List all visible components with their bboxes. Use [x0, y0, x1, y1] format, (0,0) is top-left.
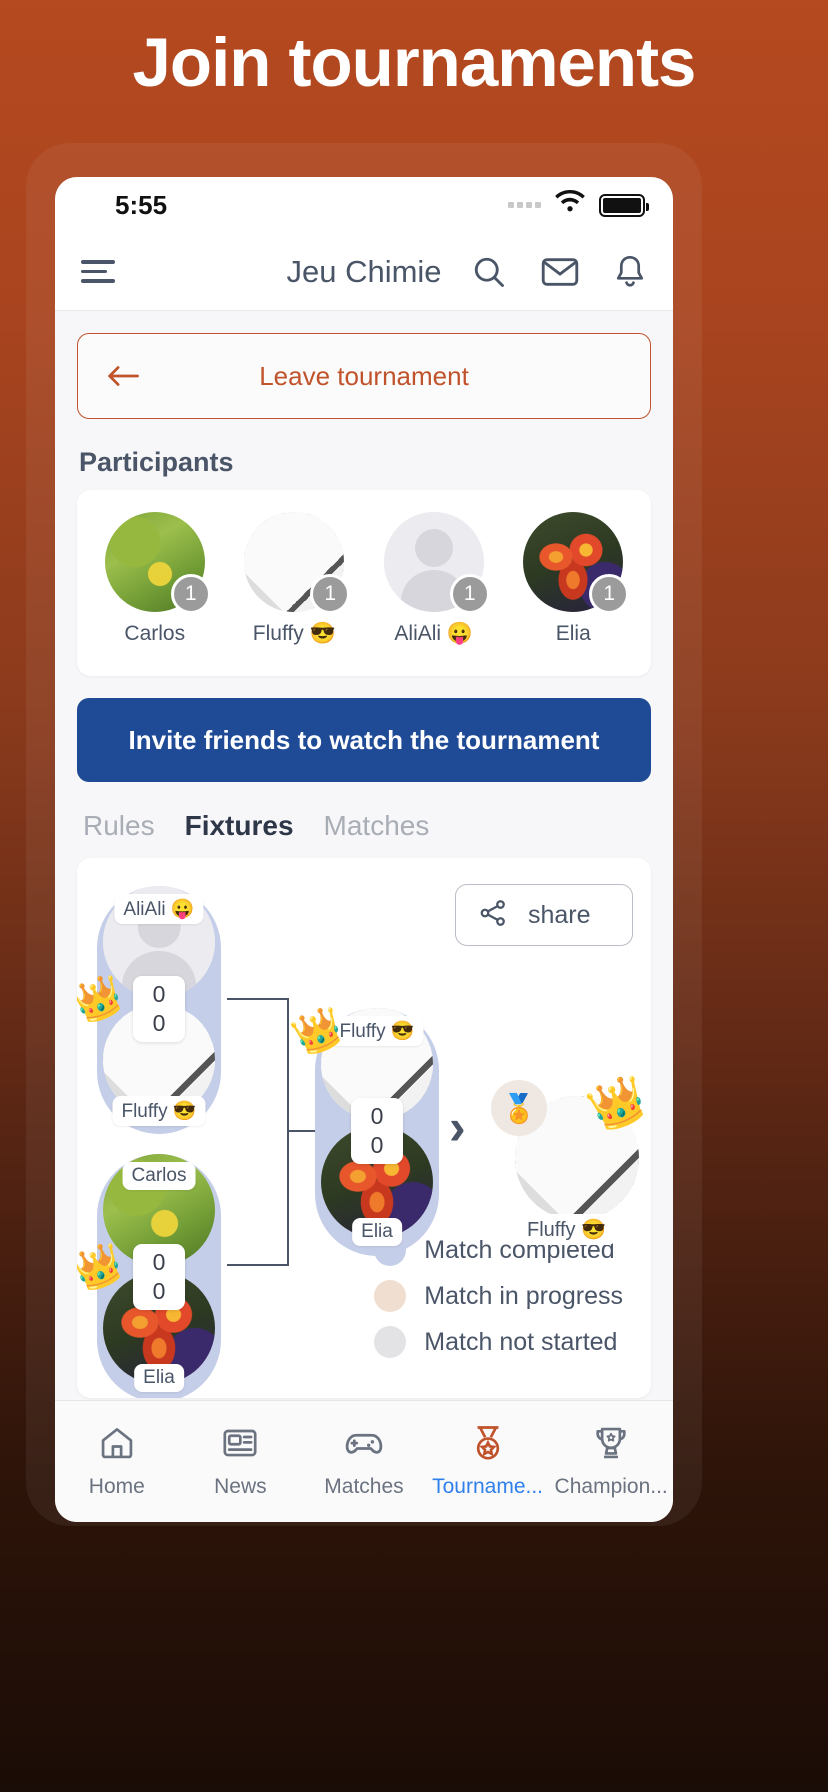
nav-item-championships[interactable]: Champion...: [549, 1424, 673, 1499]
hamburger-menu-icon[interactable]: [81, 260, 115, 283]
bracket-player-name: AliAli 😛: [114, 894, 204, 924]
nav-label: News: [214, 1475, 267, 1498]
participant-badge: 1: [310, 574, 351, 614]
phone-screen: 5:55 Jeu Chimie Leave tournament Partici…: [55, 177, 673, 1522]
participant-item[interactable]: 1 Fluffy 😎: [235, 512, 355, 646]
nav-item-home[interactable]: Home: [55, 1424, 179, 1499]
participant-badge: 1: [589, 574, 630, 614]
score-top: 0: [152, 1249, 166, 1275]
legend-item: Match not started: [374, 1326, 623, 1358]
home-icon: [98, 1424, 136, 1467]
tab-fixtures[interactable]: Fixtures: [185, 810, 294, 842]
app-navbar: Jeu Chimie: [55, 233, 673, 311]
score-bottom: 0: [152, 1277, 166, 1304]
nav-label: Matches: [324, 1475, 404, 1498]
bracket-player-name: Elia: [352, 1218, 402, 1246]
search-icon[interactable]: [471, 254, 507, 290]
battery-icon: [599, 193, 649, 217]
gamepad-icon: [343, 1424, 385, 1467]
participant-name: Fluffy 😎: [252, 622, 336, 645]
participant-name: Carlos: [124, 622, 186, 645]
participant-item[interactable]: 1 Elia: [514, 512, 634, 646]
legend-label: Match not started: [424, 1327, 618, 1356]
score-bottom: 0: [370, 1131, 384, 1158]
page-title: Join tournaments: [132, 24, 697, 101]
news-icon: [221, 1424, 259, 1467]
nav-item-news[interactable]: News: [179, 1424, 303, 1499]
signal-dots-icon: [508, 202, 541, 208]
bracket-score: 0 0: [351, 1098, 403, 1164]
medal-icon: [469, 1424, 507, 1467]
score-top: 0: [370, 1103, 384, 1129]
bracket-player-name: Fluffy 😎: [112, 1096, 206, 1126]
champion-name: Fluffy 😎: [517, 1214, 616, 1245]
arrow-left-icon: [106, 363, 140, 389]
status-bar: 5:55: [55, 177, 673, 233]
nav-item-matches[interactable]: Matches: [302, 1424, 426, 1499]
wifi-icon: [553, 189, 587, 220]
bracket-player-name: Elia: [134, 1364, 184, 1392]
nav-label: Home: [88, 1475, 145, 1498]
leave-tournament-button[interactable]: Leave tournament: [77, 333, 651, 419]
participant-item[interactable]: 1 Carlos: [95, 512, 215, 646]
score-bottom: 0: [152, 1009, 166, 1036]
bottom-navigation: Home News Matches Tourname... Champion..…: [55, 1400, 673, 1522]
medal-icon: 🏅: [491, 1080, 547, 1136]
bracket-connector: [289, 1130, 315, 1132]
chevron-right-icon: ›: [449, 1099, 466, 1155]
legend-item: Match in progress: [374, 1280, 623, 1312]
leave-tournament-label: Leave tournament: [259, 360, 469, 391]
participant-item[interactable]: 1 AliAli 😛: [374, 512, 494, 646]
bell-icon[interactable]: [613, 254, 647, 290]
nav-label: Tourname...: [432, 1475, 544, 1498]
tab-rules[interactable]: Rules: [83, 810, 155, 842]
bracket-connector: [227, 998, 289, 1266]
legend-color-swatch: [374, 1280, 407, 1312]
participant-name: AliAli 😛: [394, 622, 474, 645]
main-content: Leave tournament Participants 1 Carlos 1: [55, 311, 673, 1456]
participant-name: Elia: [555, 622, 591, 645]
share-label: share: [528, 900, 591, 929]
share-icon: [478, 898, 508, 933]
legend-color-swatch: [374, 1326, 407, 1358]
invite-friends-button[interactable]: Invite friends to watch the tournament: [77, 698, 651, 782]
participant-badge: 1: [449, 574, 490, 614]
trophy-icon: [592, 1424, 630, 1467]
legend-label: Match in progress: [424, 1281, 623, 1310]
mail-icon[interactable]: [541, 254, 579, 290]
score-top: 0: [152, 981, 166, 1007]
content-tabs: Rules Fixtures Matches: [83, 810, 645, 842]
share-button[interactable]: share: [455, 884, 633, 946]
status-indicators: [508, 189, 649, 220]
tab-matches[interactable]: Matches: [324, 810, 430, 842]
nav-label: Champion...: [554, 1475, 668, 1498]
participant-badge: 1: [170, 574, 211, 614]
nav-item-tournaments[interactable]: Tourname...: [426, 1424, 550, 1499]
status-time: 5:55: [115, 189, 168, 220]
fixtures-bracket: share AliAli 😛 👑 0 0 Fluffy 😎 Carlos 👑 0…: [77, 858, 651, 1398]
participants-card: 1 Carlos 1 Fluffy 😎 1 AliAli 😛 1 Elia: [77, 490, 651, 676]
participants-heading: Participants: [79, 447, 234, 477]
bracket-score: 0 0: [133, 1244, 185, 1310]
bracket-legend: Match completed Match in progress Match …: [374, 1234, 623, 1372]
bracket-score: 0 0: [133, 976, 185, 1042]
bracket-player-name: Carlos: [122, 1162, 196, 1190]
